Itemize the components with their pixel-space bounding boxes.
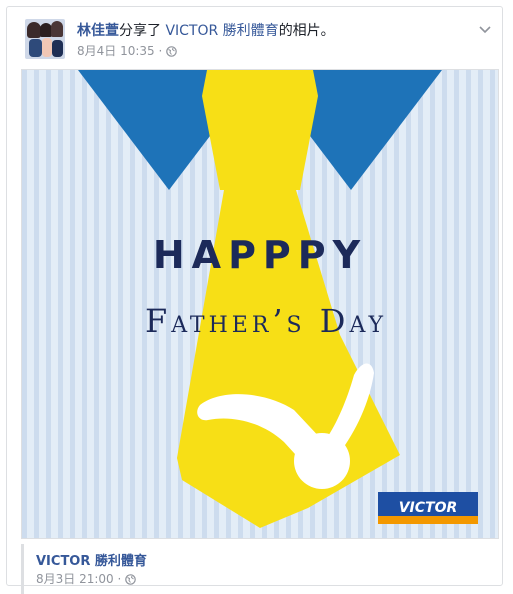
author-avatar[interactable] [25, 19, 65, 59]
source-timestamp-link[interactable]: 8月3日 21:00 [36, 572, 114, 586]
post-headline: 林佳萱分享了 VICTOR 勝利體育的相片。 [77, 20, 335, 40]
brand-text: VICTOR [399, 500, 458, 516]
shared-source: VICTOR 勝利體育 8月3日 21:00 · [21, 544, 502, 594]
tie-logo-dot [294, 433, 350, 489]
victor-brand-logo: VICTOR [378, 492, 478, 524]
source-page-link[interactable]: VICTOR 勝利體育 [36, 550, 147, 569]
globe-icon[interactable] [125, 574, 136, 588]
poster-line2: Father’s Day [145, 302, 387, 340]
poster-line1: HAPPPY [153, 233, 367, 277]
object-text: 的相片。 [278, 23, 335, 39]
post-timestamp-link[interactable]: 8月4日 10:35 [77, 44, 155, 58]
shared-photo[interactable]: HAPPPY Father’s Day VICTOR [21, 69, 499, 539]
tie-knot [202, 70, 318, 190]
meta-separator: · [154, 44, 167, 58]
post-meta: 8月4日 10:35 · [77, 42, 177, 60]
source-separator: · [113, 572, 126, 586]
fathers-day-poster: HAPPPY Father’s Day VICTOR [22, 70, 498, 538]
chevron-down-icon[interactable] [478, 21, 492, 35]
action-text: 分享了 [119, 23, 166, 39]
author-name-link[interactable]: 林佳萱 [77, 23, 119, 39]
page-name-link[interactable]: VICTOR 勝利體育 [165, 23, 278, 39]
feed-post: 林佳萱分享了 VICTOR 勝利體育的相片。 8月4日 10:35 · HAPP… [6, 6, 503, 594]
globe-icon[interactable] [166, 46, 177, 60]
source-meta: 8月3日 21:00 · [36, 570, 136, 588]
